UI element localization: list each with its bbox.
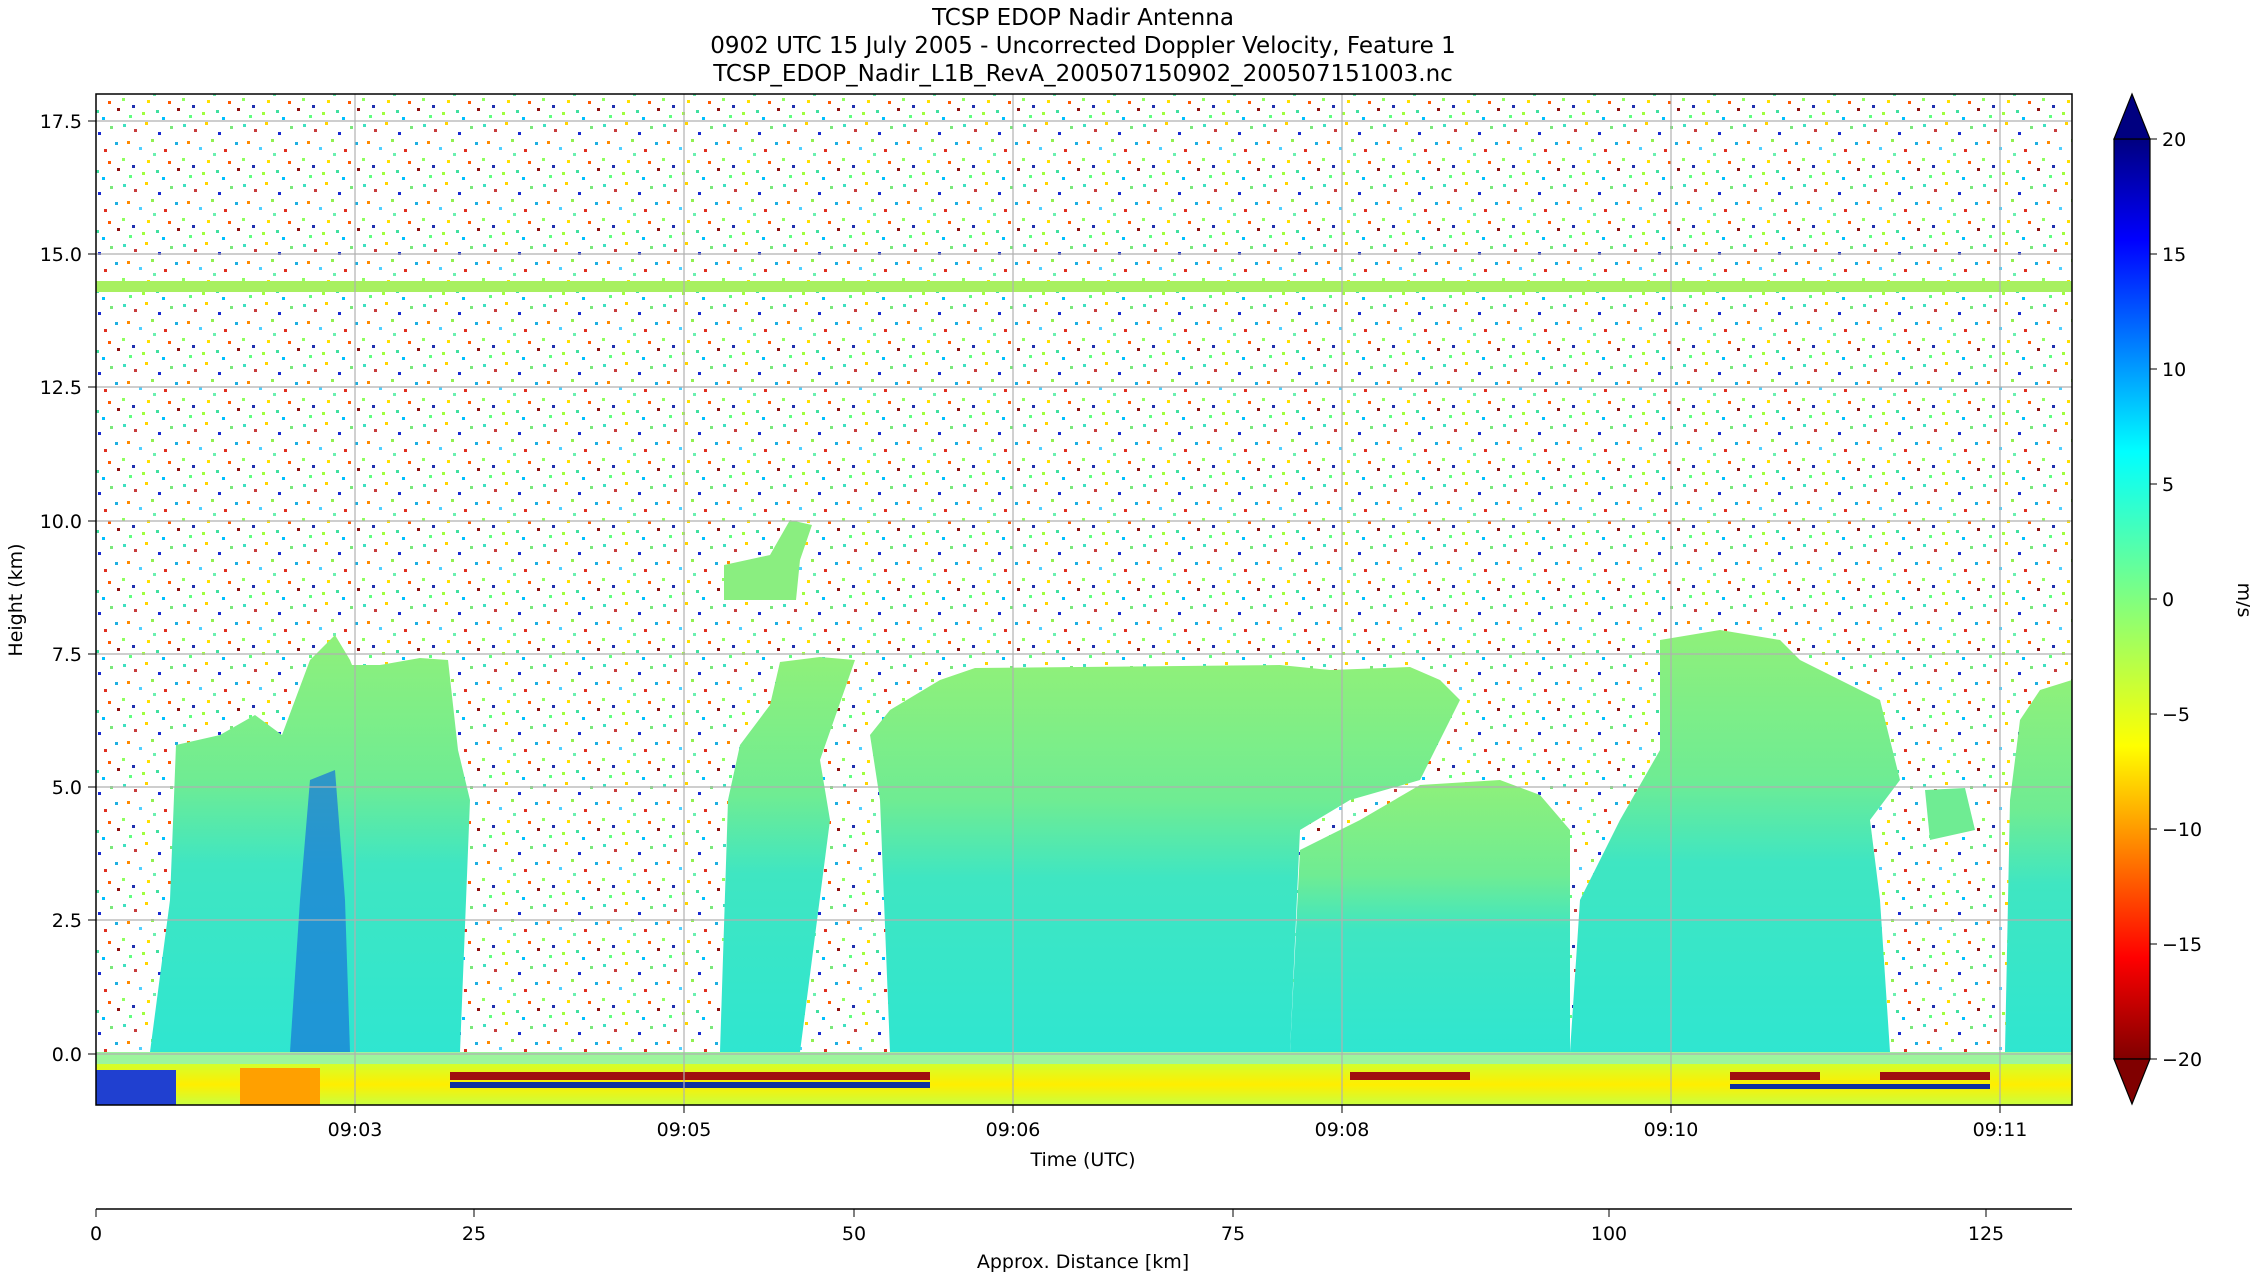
y-tick-label: 12.5 <box>40 377 82 399</box>
colorbar-tick-label: −15 <box>2162 934 2202 956</box>
distance-axis-label: Approx. Distance [km] <box>977 1251 1189 1273</box>
colorbar-tick-label: 10 <box>2162 359 2186 381</box>
colorbar-tick-label: −20 <box>2162 1049 2202 1071</box>
colorbar-extend-bottom <box>2113 1058 2151 1106</box>
colorbar-label: m/s <box>2233 583 2250 618</box>
x-tick-label: 09:11 <box>1973 1119 2028 1141</box>
plot-area <box>96 94 2072 1105</box>
chart-title: TCSP EDOP Nadir Antenna <box>931 5 1234 31</box>
colorbar <box>2113 92 2157 1106</box>
distance-tick-label: 125 <box>1968 1223 2004 1245</box>
x-tick-label: 09:10 <box>1644 1119 1699 1141</box>
figure: TCSP EDOP Nadir Antenna 0902 UTC 15 July… <box>5 5 2250 1273</box>
surface-stripe-6 <box>1730 1072 1820 1080</box>
x-tick-label: 09:03 <box>328 1119 383 1141</box>
x-tick-label: 09:06 <box>986 1119 1041 1141</box>
x-axis <box>354 1105 2001 1113</box>
y-tick-label: 15.0 <box>40 244 82 266</box>
x-axis-label: Time (UTC) <box>1029 1149 1135 1171</box>
chart-filename: TCSP_EDOP_Nadir_L1B_RevA_200507150902_20… <box>712 61 1453 87</box>
colorbar-tick-label: 20 <box>2162 129 2186 151</box>
x-tick-label: 09:05 <box>657 1119 712 1141</box>
colorbar-tick-label: 0 <box>2162 589 2174 611</box>
y-tick-label: 5.0 <box>52 777 82 799</box>
distance-tick-label: 0 <box>90 1223 102 1245</box>
x-tick-label: 09:08 <box>1315 1119 1370 1141</box>
colorbar-extend-top <box>2113 92 2151 140</box>
surface-stripe-5 <box>1350 1072 1470 1080</box>
y-tick-label: 0.0 <box>52 1044 82 1066</box>
colorbar-tick-label: 5 <box>2162 474 2174 496</box>
surface-stripe-4 <box>450 1082 930 1088</box>
y-tick-label: 2.5 <box>52 910 82 932</box>
y-axis-label: Height (km) <box>5 543 27 656</box>
surface-stripe-3 <box>450 1072 930 1080</box>
surface-stripe-1 <box>96 1070 176 1105</box>
chart-subtitle: 0902 UTC 15 July 2005 - Uncorrected Dopp… <box>710 33 1455 59</box>
y-tick-label: 7.5 <box>52 644 82 666</box>
colorbar-body <box>2113 138 2151 1060</box>
bright-band <box>96 281 2072 292</box>
surface-stripe-2 <box>240 1068 320 1105</box>
distance-tick-label: 100 <box>1591 1223 1627 1245</box>
colorbar-tick-label: −10 <box>2162 819 2202 841</box>
colorbar-tick-label: −5 <box>2162 704 2190 726</box>
distance-tick-label: 75 <box>1221 1223 1245 1245</box>
distance-tick-label: 50 <box>842 1223 866 1245</box>
surface-stripe-7 <box>1880 1072 1990 1080</box>
distance-tick-label: 25 <box>462 1223 486 1245</box>
colorbar-tick-label: 15 <box>2162 244 2186 266</box>
y-tick-label: 17.5 <box>40 111 82 133</box>
y-tick-label: 10.0 <box>40 511 82 533</box>
distance-axis-ticks <box>95 1209 1987 1217</box>
surface-stripe-8 <box>1730 1084 1990 1089</box>
y-axis <box>88 120 96 1055</box>
